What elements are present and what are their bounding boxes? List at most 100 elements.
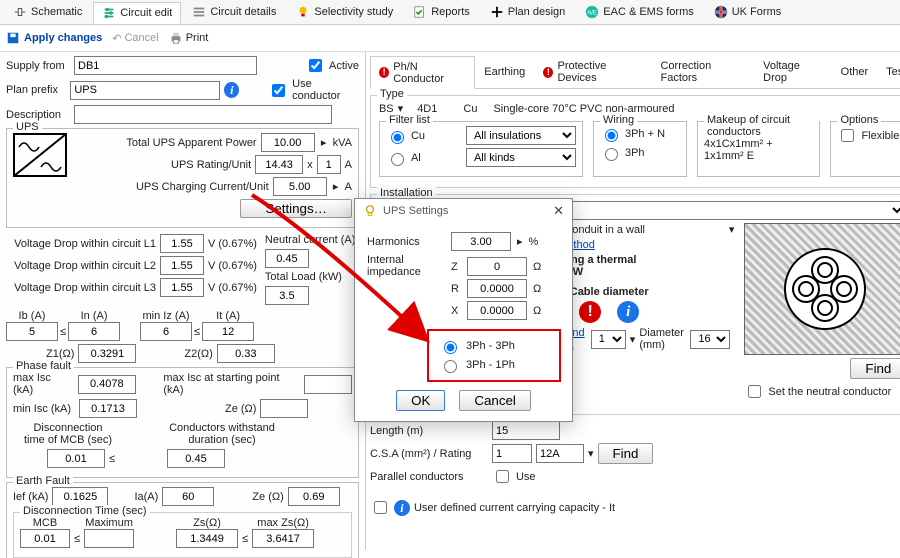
makeup-box: Makeup of circuit conductors Pvc70/S/Cu … bbox=[697, 121, 820, 177]
vdl2-in[interactable] bbox=[160, 256, 204, 275]
supply-input[interactable] bbox=[74, 56, 257, 75]
nc-in[interactable] bbox=[265, 249, 309, 268]
setneutral-check[interactable] bbox=[748, 385, 761, 398]
warn-icon: ! bbox=[543, 67, 553, 78]
supply-label: Supply from bbox=[6, 60, 70, 72]
cable-image bbox=[744, 223, 900, 355]
desc-input[interactable] bbox=[74, 105, 332, 124]
ib-in[interactable] bbox=[6, 322, 58, 341]
tab-circuit-details[interactable]: Circuit details bbox=[183, 1, 285, 23]
tab-cf[interactable]: Correction Factors bbox=[651, 56, 754, 88]
spinner-icon[interactable]: ▸ bbox=[331, 180, 341, 193]
cancel-button[interactable]: Cancel bbox=[459, 390, 531, 411]
tab-plan[interactable]: Plan design bbox=[481, 1, 575, 23]
flex-check[interactable] bbox=[841, 129, 854, 142]
vdl1-p: V (0.67%) bbox=[208, 238, 257, 250]
tab-prot[interactable]: !Protective Devices bbox=[534, 56, 651, 88]
plan-input[interactable] bbox=[70, 81, 220, 100]
bend-sel[interactable]: 1 bbox=[591, 330, 626, 349]
w2-radio[interactable] bbox=[605, 148, 618, 161]
vdl1-in[interactable] bbox=[160, 234, 204, 253]
o1-radio[interactable] bbox=[444, 341, 457, 354]
info-icon[interactable]: i bbox=[394, 500, 410, 516]
o2-lbl: 3Ph - 1Ph bbox=[466, 359, 515, 371]
uru-unit: A bbox=[345, 159, 352, 171]
leq3: ≤ bbox=[109, 453, 129, 465]
minisc-lbl: min Isc (kA) bbox=[13, 403, 75, 415]
ucc-unit: A bbox=[345, 181, 352, 193]
diam-sel[interactable]: 16 bbox=[690, 330, 730, 349]
wiring-title: Wiring bbox=[600, 114, 637, 126]
max-lbl: Maximum bbox=[84, 517, 134, 529]
ups-icon bbox=[13, 133, 67, 177]
tab-selectivity[interactable]: Selectivity study bbox=[287, 1, 402, 23]
tuap-unit: kVA bbox=[333, 137, 352, 149]
find-csa-btn[interactable]: Find bbox=[598, 443, 654, 464]
z-lbl: Z bbox=[451, 261, 461, 273]
info-icon[interactable]: i bbox=[617, 301, 639, 323]
ef-box: Earth Fault Ief (kA) Ia(A) Ze (Ω) Discon… bbox=[6, 482, 359, 558]
find-btn[interactable]: Find bbox=[850, 358, 900, 379]
warn-icon[interactable]: ! bbox=[579, 301, 601, 323]
o2-radio[interactable] bbox=[444, 360, 457, 373]
vdl3-in[interactable] bbox=[160, 278, 204, 297]
tab-test[interactable]: Test bbox=[877, 56, 900, 88]
type-cu: Cu bbox=[463, 103, 477, 115]
ucc-input[interactable] bbox=[273, 177, 327, 196]
w1-radio[interactable] bbox=[605, 129, 618, 142]
csa-a bbox=[536, 444, 584, 463]
ins-select[interactable]: All insulations bbox=[466, 126, 576, 145]
chevron-down-icon[interactable]: ▾ bbox=[588, 447, 594, 460]
udc-check[interactable] bbox=[374, 501, 387, 514]
ups-title: UPS bbox=[13, 121, 42, 133]
z-in[interactable] bbox=[467, 257, 527, 276]
uru-input[interactable] bbox=[255, 155, 303, 174]
cu-lbl: Cu bbox=[411, 130, 425, 142]
dt-box: Disconnection Time (sec) MCB ≤ Maximum Z… bbox=[13, 512, 352, 558]
apply-button[interactable]: Apply changes bbox=[6, 31, 102, 45]
len-in[interactable] bbox=[492, 421, 560, 440]
tuap-label: Total UPS Apparent Power bbox=[126, 137, 256, 149]
zepf-in bbox=[260, 399, 308, 418]
type-std: BS bbox=[379, 103, 394, 115]
ok-button[interactable]: OK bbox=[396, 390, 445, 411]
x-in[interactable] bbox=[467, 301, 527, 320]
close-icon[interactable]: ✕ bbox=[553, 203, 564, 219]
r-in[interactable] bbox=[467, 279, 527, 298]
tab-circuit-edit[interactable]: Circuit edit bbox=[93, 2, 181, 24]
tuap-input[interactable] bbox=[261, 133, 315, 152]
harm-lbl: Harmonics bbox=[367, 236, 445, 248]
chevron-down-icon[interactable]: ▾ bbox=[630, 333, 636, 346]
leq2: ≤ bbox=[194, 314, 200, 338]
usec-check[interactable] bbox=[272, 84, 285, 97]
tab-schematic[interactable]: Schematic bbox=[4, 1, 91, 23]
tab-eac[interactable]: A/EEAC & EMS forms bbox=[576, 1, 702, 23]
tab-phn[interactable]: !Ph/N Conductor bbox=[370, 56, 475, 89]
vdl2-lbl: Voltage Drop within circuit L2 bbox=[6, 260, 156, 272]
kinds-select[interactable]: All kinds bbox=[466, 148, 576, 167]
it-in bbox=[202, 322, 254, 341]
al-radio[interactable] bbox=[391, 153, 404, 166]
par-check[interactable] bbox=[496, 470, 509, 483]
settings-button[interactable]: Settings… bbox=[240, 199, 352, 218]
csa-in[interactable] bbox=[492, 444, 532, 463]
tab-vd[interactable]: Voltage Drop bbox=[754, 56, 832, 88]
tab-earth[interactable]: Earthing bbox=[475, 56, 534, 88]
active-check[interactable] bbox=[309, 59, 322, 72]
spinner-icon[interactable]: ▸ bbox=[517, 235, 523, 248]
info-icon[interactable]: i bbox=[224, 82, 239, 98]
tab-uk[interactable]: UK Forms bbox=[705, 1, 791, 23]
tl-in[interactable] bbox=[265, 286, 309, 305]
uru-n[interactable] bbox=[317, 155, 341, 174]
tab-reports[interactable]: Reports bbox=[404, 1, 479, 23]
cancel-button[interactable]: ↶Cancel bbox=[112, 32, 158, 45]
tl-label: Total Load (kW) bbox=[265, 271, 342, 283]
harm-in[interactable] bbox=[451, 232, 511, 251]
tab-other[interactable]: Other bbox=[832, 56, 878, 88]
max-in bbox=[84, 529, 134, 548]
print-button[interactable]: Print bbox=[169, 31, 209, 45]
chevron-down-icon[interactable]: ▾ bbox=[729, 223, 735, 236]
spinner-icon[interactable]: ▸ bbox=[319, 136, 329, 149]
r-lbl: R bbox=[451, 283, 461, 295]
cu-radio[interactable] bbox=[391, 131, 404, 144]
